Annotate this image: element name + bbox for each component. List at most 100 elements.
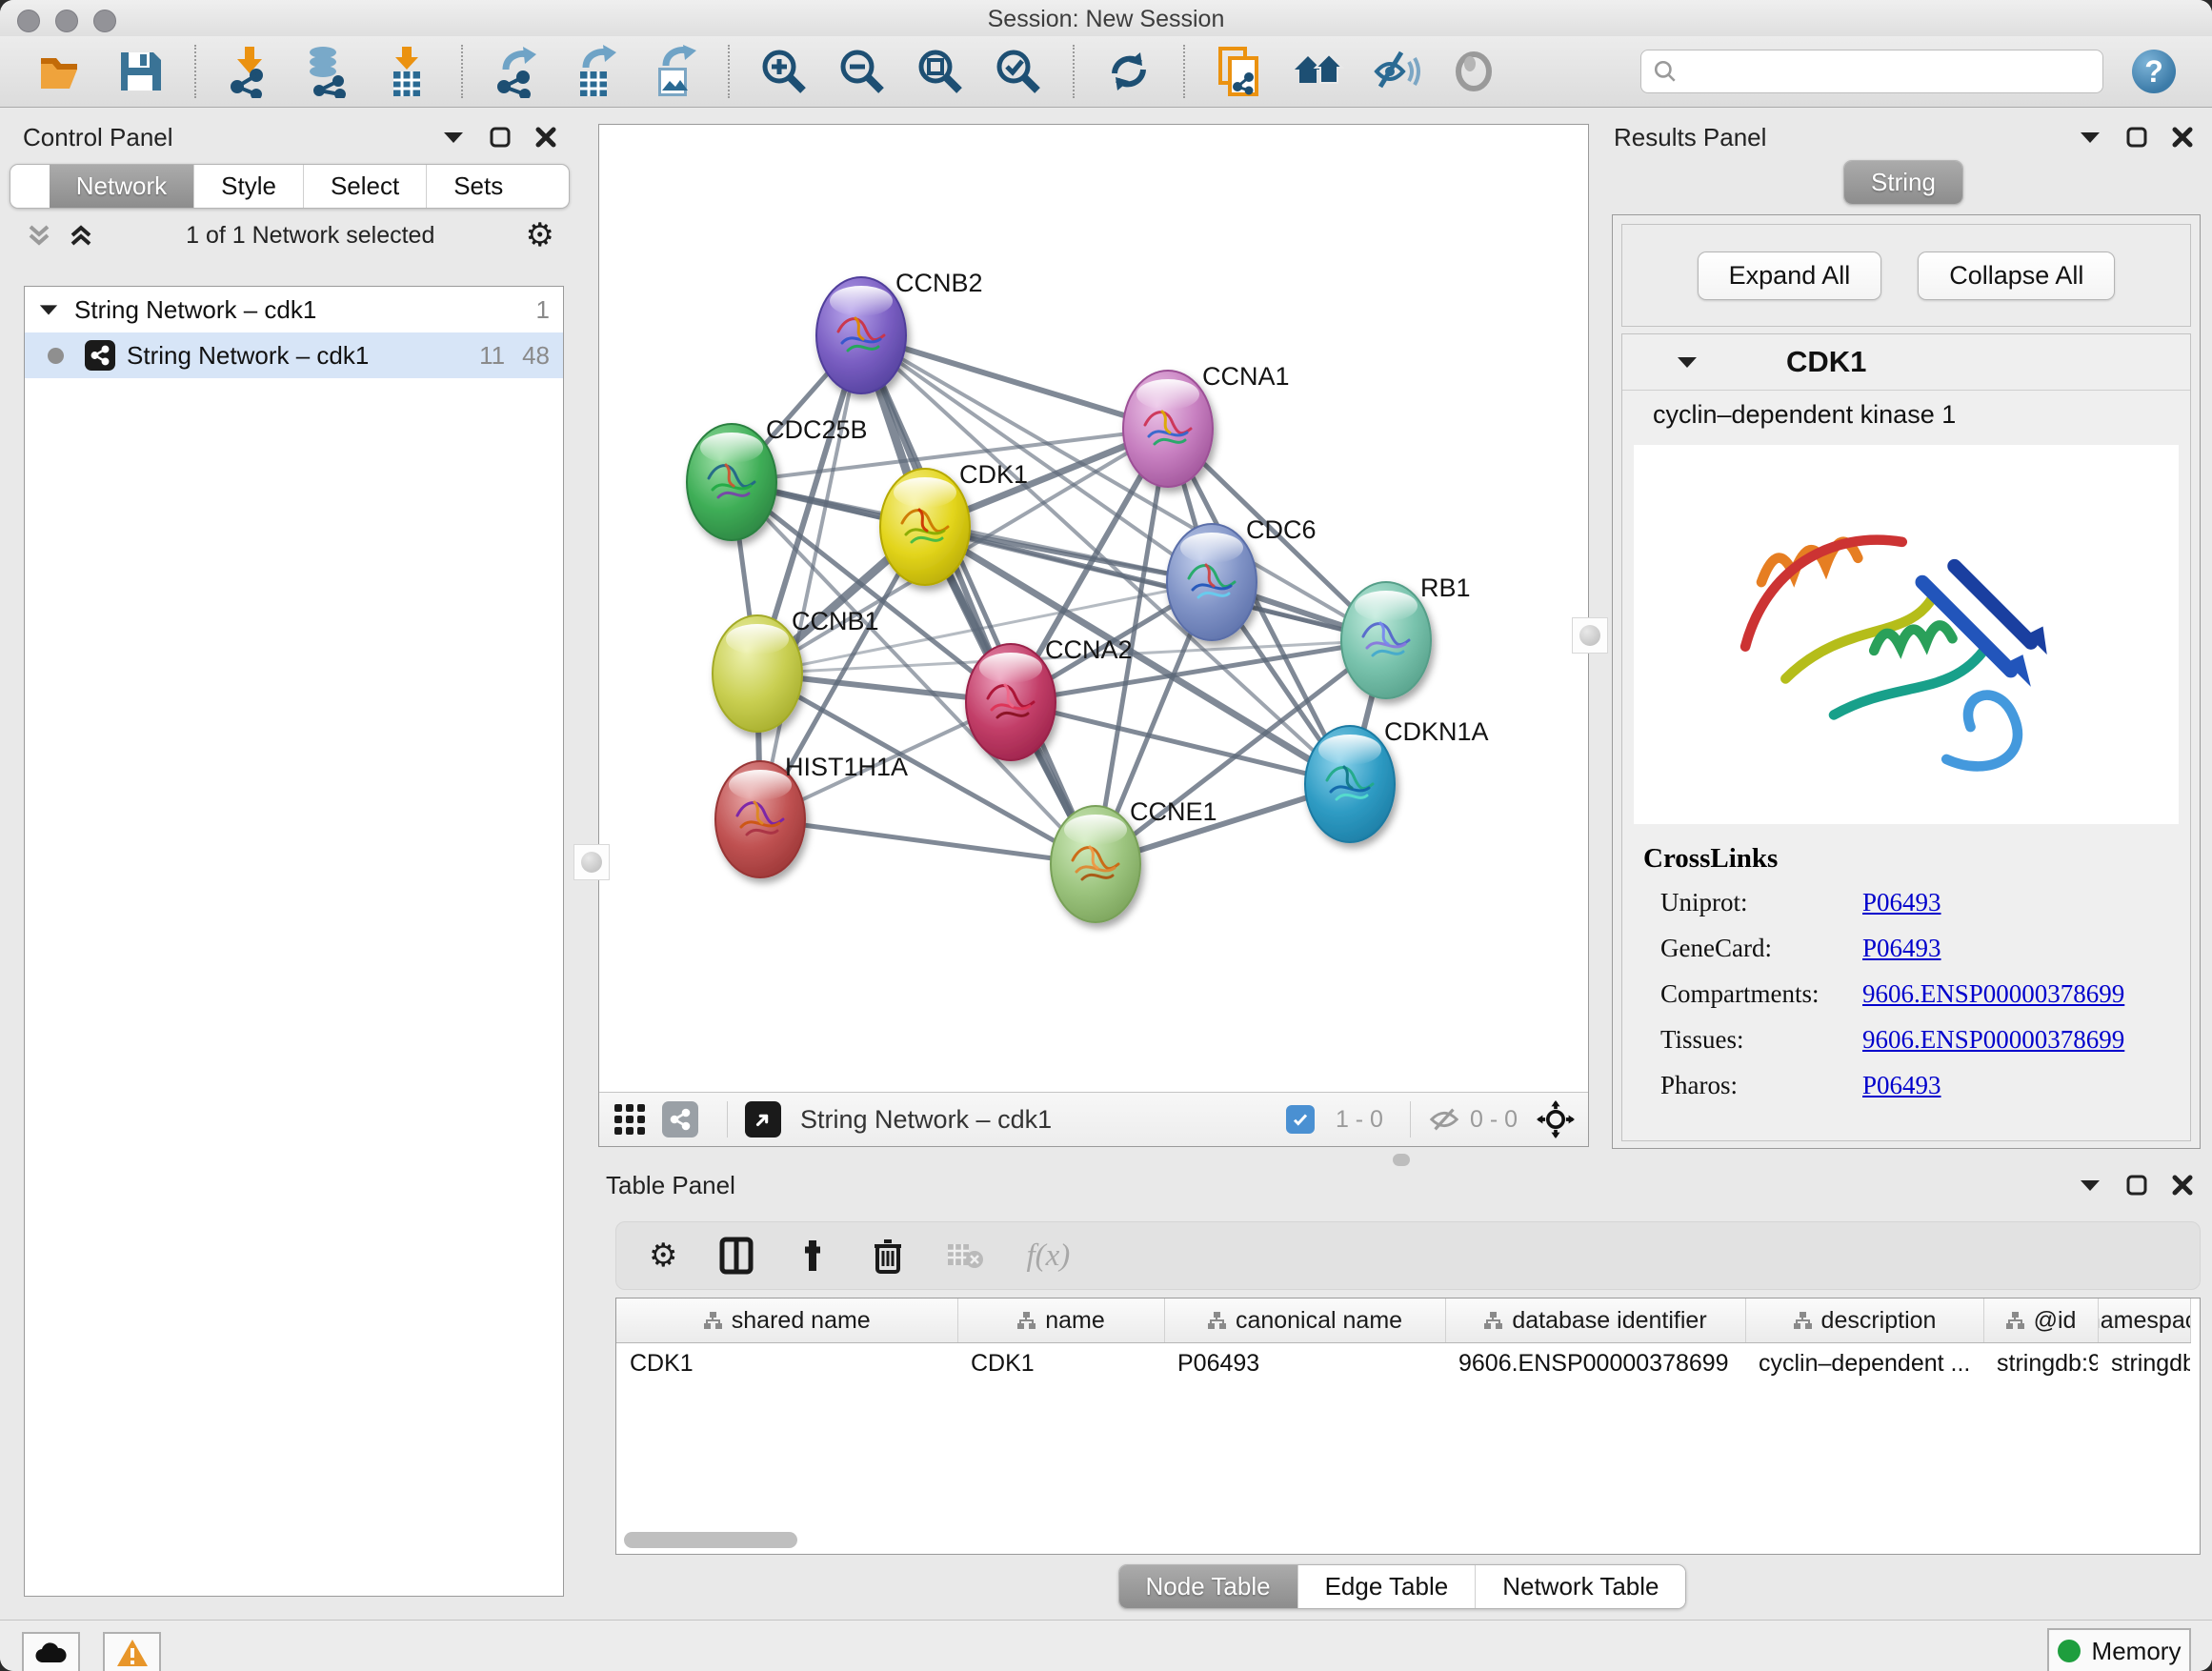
network-node-CCNA2[interactable]: CCNA2: [966, 635, 1133, 760]
right-divider-grip[interactable]: [1572, 617, 1608, 654]
hide-eye-icon[interactable]: [1369, 45, 1422, 98]
float-panel-icon[interactable]: [490, 127, 511, 148]
column-header[interactable]: name: [957, 1299, 1164, 1343]
cell-description[interactable]: cyclin–dependent ...: [1745, 1343, 1983, 1384]
crosslink-pharos[interactable]: P06493: [1862, 1071, 1941, 1100]
collapse-panel-icon[interactable]: [2079, 1178, 2101, 1193]
save-session-icon[interactable]: [113, 45, 167, 98]
network-edge-CCNA2-CDKN1A[interactable]: [1011, 702, 1350, 784]
crosslink-label: Uniprot:: [1660, 888, 1862, 917]
expand-all-networks-icon[interactable]: [67, 221, 95, 250]
refresh-icon[interactable]: [1102, 45, 1156, 98]
birdseye-icon[interactable]: [745, 1101, 781, 1137]
network-edge-CCNB2-CCNE1[interactable]: [861, 335, 1096, 864]
memory-button[interactable]: Memory: [2047, 1628, 2191, 1671]
network-edge-HIST1H1A-CCNE1[interactable]: [760, 819, 1096, 864]
left-divider-grip[interactable]: [573, 844, 610, 880]
network-collection-row[interactable]: String Network – cdk1 1: [25, 287, 563, 332]
selected-checkbox-icon[interactable]: [1286, 1105, 1315, 1134]
cell-id[interactable]: stringdb:9...: [1983, 1343, 2098, 1384]
warning-button[interactable]: [103, 1632, 161, 1671]
open-file-icon[interactable]: [35, 45, 89, 98]
tab-select[interactable]: Select: [303, 165, 426, 208]
float-panel-icon[interactable]: [2126, 1175, 2147, 1196]
network-edge-CCNB2-CCNA1[interactable]: [861, 335, 1168, 429]
column-header[interactable]: canonical name: [1164, 1299, 1445, 1343]
tree-expander-icon[interactable]: [38, 302, 59, 317]
import-database-icon[interactable]: [302, 45, 355, 98]
tab-network-table[interactable]: Network Table: [1475, 1565, 1685, 1608]
inactive-eye-icon[interactable]: [1447, 45, 1500, 98]
tab-network[interactable]: Network: [50, 165, 193, 208]
zoom-out-icon[interactable]: [835, 45, 889, 98]
zoom-selected-icon[interactable]: [992, 45, 1045, 98]
network-node-CDK1[interactable]: CDK1: [880, 460, 1028, 585]
column-header[interactable]: @id: [1983, 1299, 2098, 1343]
tab-style[interactable]: Style: [193, 165, 303, 208]
table-row[interactable]: CDK1 CDK1 P06493 9606.ENSP00000378699 cy…: [616, 1343, 2190, 1384]
network-edge-CCNB2-HIST1H1A[interactable]: [760, 335, 861, 819]
network-node-CCNB2[interactable]: CCNB2: [816, 269, 983, 393]
delete-table-icon[interactable]: [946, 1240, 984, 1271]
close-panel-icon[interactable]: [2172, 127, 2193, 148]
export-image-icon[interactable]: [647, 45, 700, 98]
network-graph[interactable]: CCNB2CCNA1CDC25BCDK1CDC6RB1CCNB1CCNA2CDK…: [599, 125, 1588, 1092]
column-header[interactable]: shared name: [616, 1299, 957, 1343]
collapse-all-networks-icon[interactable]: [25, 221, 53, 250]
zoom-in-icon[interactable]: [757, 45, 811, 98]
cell-shared-name[interactable]: CDK1: [616, 1343, 957, 1384]
tab-string[interactable]: String: [1844, 161, 1962, 204]
cell-namespace[interactable]: stringdb: [2098, 1343, 2190, 1384]
network-node-HIST1H1A[interactable]: HIST1H1A: [715, 753, 908, 877]
network-row-selected[interactable]: String Network – cdk1 11 48: [25, 332, 563, 378]
cell-canonical-name[interactable]: P06493: [1164, 1343, 1445, 1384]
collapse-panel-icon[interactable]: [2079, 130, 2101, 145]
network-node-RB1[interactable]: RB1: [1341, 574, 1471, 698]
export-table-icon[interactable]: [569, 45, 622, 98]
show-columns-icon[interactable]: [719, 1237, 754, 1275]
hidden-eye-icon[interactable]: [1428, 1105, 1460, 1134]
search-input[interactable]: [1687, 57, 2091, 86]
crosslink-tissues[interactable]: 9606.ENSP00000378699: [1862, 1025, 2124, 1055]
network-node-CDC25B[interactable]: CDC25B: [687, 415, 868, 540]
column-header[interactable]: namespace: [2098, 1299, 2190, 1343]
float-panel-icon[interactable]: [2126, 127, 2147, 148]
crosslink-genecard[interactable]: P06493: [1862, 934, 1941, 963]
tab-edge-table[interactable]: Edge Table: [1297, 1565, 1476, 1608]
network-node-CCNE1[interactable]: CCNE1: [1051, 797, 1217, 922]
section-expander-icon[interactable]: [1676, 354, 1699, 370]
table-options-gear-icon[interactable]: ⚙: [649, 1239, 677, 1272]
network-options-gear-icon[interactable]: ⚙: [526, 219, 554, 252]
tab-sets[interactable]: Sets: [426, 165, 530, 208]
column-header[interactable]: database identifier: [1445, 1299, 1745, 1343]
homes-icon[interactable]: [1291, 45, 1344, 98]
crosslink-compartments[interactable]: 9606.ENSP00000378699: [1862, 979, 2124, 1009]
tab-node-table[interactable]: Node Table: [1119, 1565, 1297, 1608]
delete-column-icon[interactable]: [872, 1237, 904, 1275]
grid-view-icon[interactable]: [613, 1102, 647, 1137]
network-badge-icon[interactable]: [662, 1101, 698, 1137]
export-network-icon[interactable]: [491, 45, 544, 98]
column-header[interactable]: description: [1745, 1299, 1983, 1343]
import-table-icon[interactable]: [380, 45, 433, 98]
zoom-fit-icon[interactable]: [914, 45, 967, 98]
crosshair-icon[interactable]: [1537, 1100, 1575, 1138]
function-builder-icon[interactable]: f(x): [1026, 1238, 1070, 1274]
collapse-all-button[interactable]: Collapse All: [1918, 252, 2115, 300]
clone-network-icon[interactable]: [1213, 45, 1266, 98]
network-node-CDC6[interactable]: CDC6: [1167, 515, 1317, 640]
horizontal-scrollbar[interactable]: [624, 1532, 797, 1548]
cell-database-identifier[interactable]: 9606.ENSP00000378699: [1445, 1343, 1745, 1384]
close-panel-icon[interactable]: [2172, 1175, 2193, 1196]
cell-name[interactable]: CDK1: [957, 1343, 1164, 1384]
help-icon[interactable]: ?: [2132, 50, 2176, 93]
collapse-panel-icon[interactable]: [442, 130, 465, 145]
bottom-divider-grip[interactable]: [1393, 1154, 1410, 1166]
close-panel-icon[interactable]: [535, 127, 556, 148]
add-column-icon[interactable]: [795, 1238, 830, 1273]
crosslink-uniprot[interactable]: P06493: [1862, 888, 1941, 917]
expand-all-button[interactable]: Expand All: [1698, 252, 1882, 300]
cloud-button[interactable]: [22, 1632, 80, 1671]
network-node-CDKN1A[interactable]: CDKN1A: [1305, 717, 1489, 842]
import-network-icon[interactable]: [224, 45, 277, 98]
